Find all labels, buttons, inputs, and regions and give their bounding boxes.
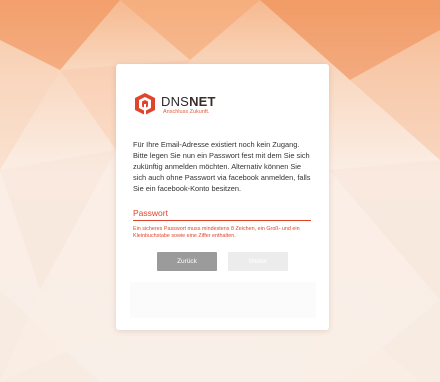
- password-underline: [133, 220, 311, 221]
- brand-name-light: DNS: [161, 94, 190, 109]
- back-button[interactable]: Zurück: [157, 252, 217, 271]
- login-page: DNSNET Anschluss Zukunft. Für Ihre Email…: [0, 0, 440, 382]
- password-input[interactable]: [133, 209, 311, 220]
- social-login-area: [130, 282, 316, 318]
- next-button[interactable]: Weiter: [228, 252, 288, 271]
- login-card: DNSNET Anschluss Zukunft. Für Ihre Email…: [116, 64, 329, 330]
- info-message: Für Ihre Email-Adresse existiert noch ke…: [133, 140, 311, 193]
- brand-wordmark: DNSNET: [161, 95, 216, 108]
- password-error-message: Ein sicheres Passwort muss mindestens 8 …: [133, 226, 300, 239]
- brand-logo: DNSNET Anschluss Zukunft.: [133, 92, 293, 118]
- brand-name-bold: NET: [189, 94, 216, 109]
- dnsnet-logo-icon: [135, 93, 155, 115]
- brand-tagline: Anschluss Zukunft.: [163, 109, 210, 115]
